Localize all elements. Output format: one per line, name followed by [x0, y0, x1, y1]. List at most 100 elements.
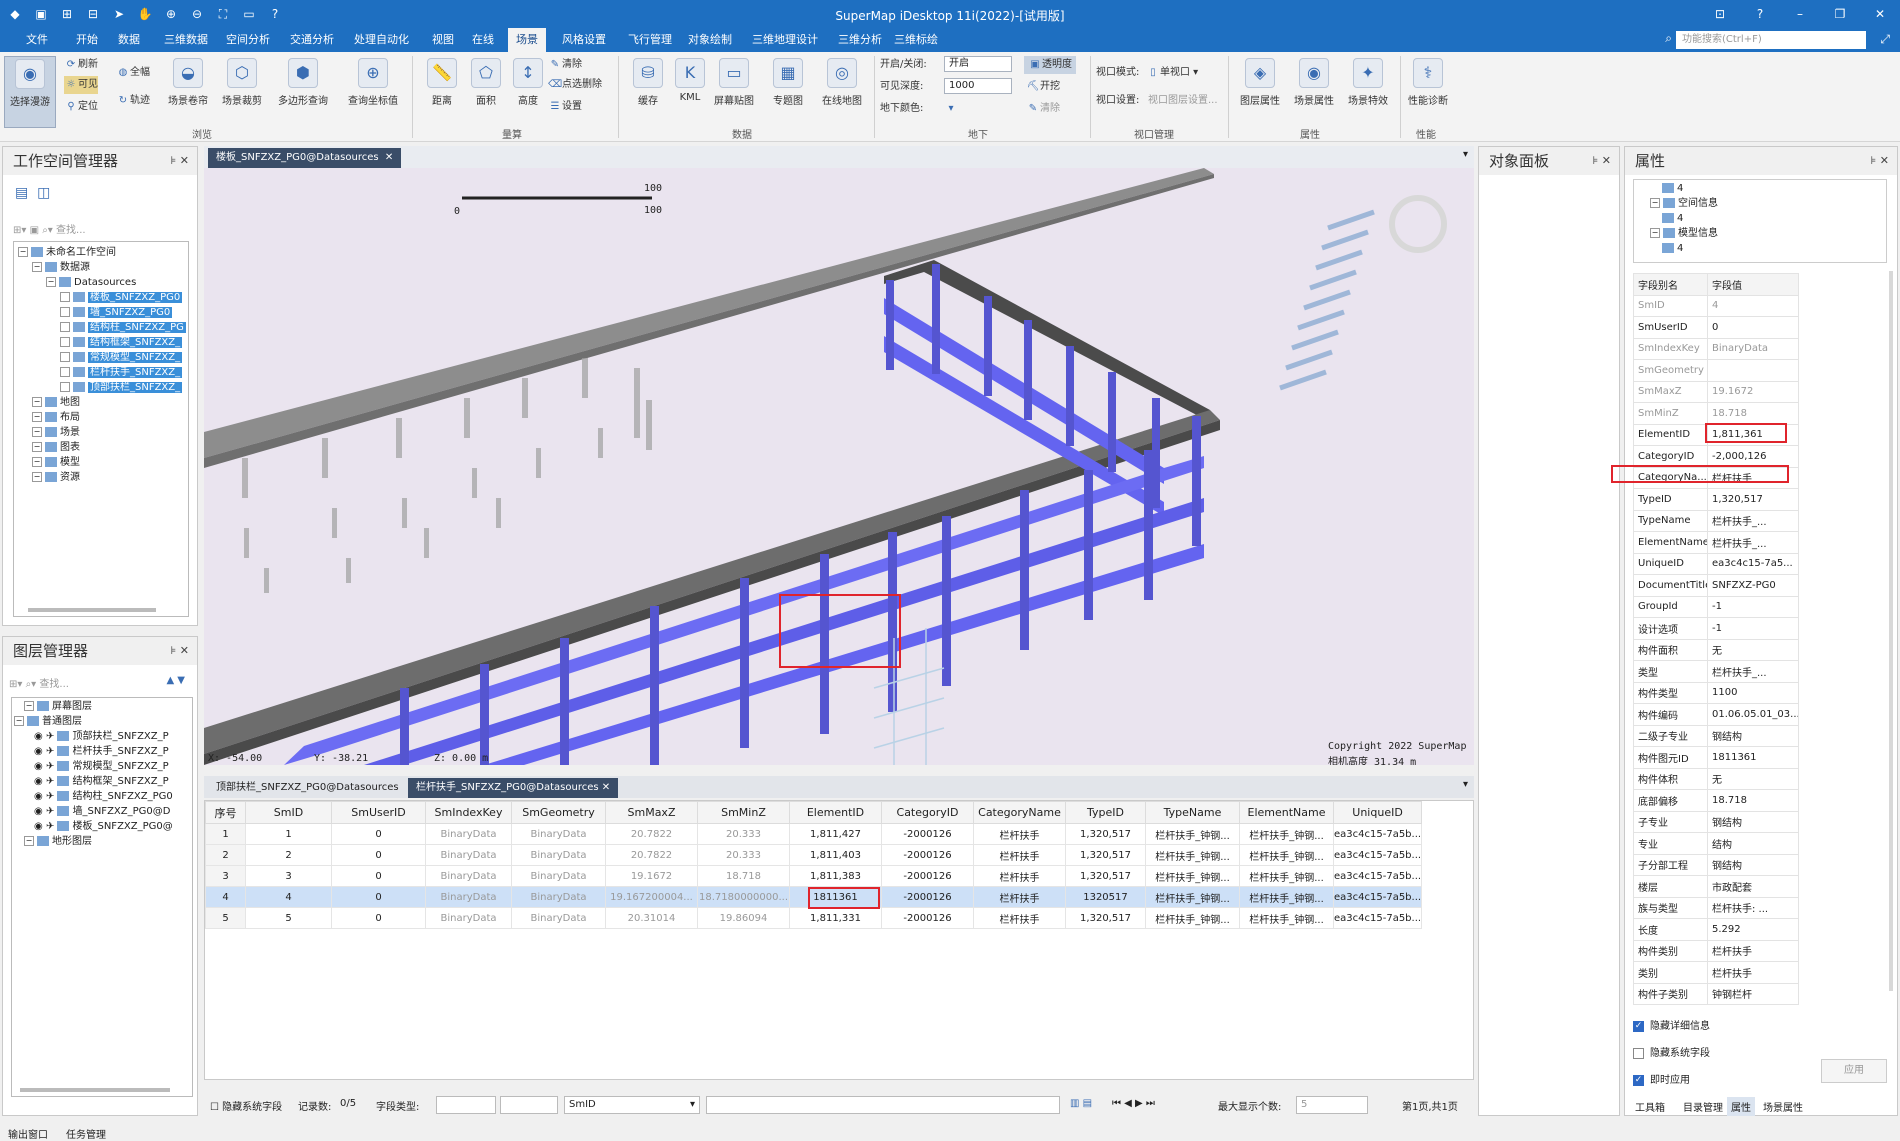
close-icon[interactable]: ✕ — [1860, 0, 1900, 28]
column-header[interactable]: TypeName — [1145, 801, 1240, 824]
table-cell[interactable]: 1,320,517 — [1065, 844, 1146, 866]
column-header[interactable]: CategoryID — [881, 801, 974, 824]
prop-row[interactable]: SmIndexKey BinaryData — [1633, 337, 1799, 360]
prop-value[interactable]: -2,000,126 — [1707, 445, 1799, 468]
select-icon[interactable]: ✈ — [43, 731, 58, 742]
expand-icon[interactable] — [60, 367, 70, 377]
prop-row[interactable]: SmMinZ 18.718 — [1633, 402, 1799, 425]
task-manager-tab[interactable]: 任务管理 — [66, 1126, 106, 1141]
viewport-mode-select[interactable]: ▯ 单视口 ▾ — [1146, 64, 1198, 82]
checkbox-icon[interactable]: ✓ — [1633, 1020, 1644, 1032]
tab-close-icon[interactable]: ✕ — [599, 782, 610, 793]
layer-node[interactable]: ◉ ✈ 结构框架_SNFZXZ_P — [34, 775, 169, 789]
scene-props-button[interactable]: ◉ 场景属性 — [1288, 56, 1340, 128]
prop-row[interactable]: 族与类型 栏杆扶手: ... — [1633, 896, 1799, 919]
table-cell[interactable]: 3 — [205, 865, 246, 887]
select-icon[interactable]: ✈ — [43, 791, 58, 802]
eye-icon[interactable]: ◉ — [34, 791, 43, 802]
prop-row[interactable]: CategoryID -2,000,126 — [1633, 445, 1799, 468]
clear-button[interactable]: ✎ 清除 — [548, 56, 582, 74]
tree-node[interactable]: 楼板_SNFZXZ_PG0 — [60, 291, 183, 305]
menu-tab[interactable]: 视图 — [424, 28, 462, 52]
expand-icon[interactable]: − — [32, 442, 42, 452]
expand-icon[interactable]: − — [14, 716, 24, 726]
column-header[interactable]: SmID — [245, 801, 332, 824]
menu-tab[interactable]: 处理自动化 — [346, 28, 417, 52]
eye-icon[interactable]: ◉ — [34, 776, 43, 787]
layer-search[interactable]: ⊞▾ ⌕▾ 查找... ▲ ▼ — [9, 675, 189, 690]
excavate-button[interactable]: ⛏开挖 — [1026, 78, 1060, 96]
table-cell[interactable]: 栏杆扶手_钟钢... — [1239, 865, 1334, 887]
prop-value[interactable]: -1 — [1707, 617, 1799, 640]
table-cell[interactable]: 5 — [245, 907, 332, 929]
doc-tab-dropdown-icon[interactable]: ▾ — [1463, 149, 1468, 160]
prop-tree-node[interactable]: − 空间信息 — [1650, 197, 1718, 211]
prop-row[interactable]: 构件类别 栏杆扶手 — [1633, 939, 1799, 962]
tree-node[interactable]: − Datasources — [46, 276, 136, 290]
layer-node[interactable]: − 地形图层 — [24, 835, 92, 849]
prop-tree-node[interactable]: 4 — [1662, 212, 1683, 226]
expand-icon[interactable]: − — [1650, 198, 1660, 208]
prop-checkbox[interactable]: ✓ 即时应用 — [1633, 1071, 1690, 1086]
properties-scrollbar[interactable] — [1889, 271, 1893, 991]
prop-value[interactable]: BinaryData — [1707, 337, 1799, 360]
transparency-button[interactable]: ▣ 透明度 — [1024, 56, 1076, 74]
table-row[interactable]: 1 1 0 BinaryData BinaryData 20.7822 20.333 1,81… — [205, 823, 1423, 845]
tree-node[interactable]: − 场景 — [32, 426, 80, 440]
table-cell[interactable]: 1,811,427 — [789, 823, 882, 845]
expand-icon[interactable]: − — [24, 836, 34, 846]
menu-tab[interactable]: 空间分析 — [218, 28, 278, 52]
distance-button[interactable]: 📏 距离 — [418, 56, 466, 128]
prop-row[interactable]: 构件面积无 — [1633, 638, 1799, 661]
menu-tab[interactable]: 风格设置 — [554, 28, 614, 52]
expand-icon[interactable]: − — [46, 277, 56, 287]
visible-depth-input[interactable]: 1000 — [944, 78, 1012, 94]
eye-icon[interactable]: ◉ — [34, 731, 43, 742]
prop-row[interactable]: 子专业 钢结构 — [1633, 810, 1799, 833]
tree-node[interactable]: − 数据源 — [32, 261, 90, 275]
track-button[interactable]: ↻ 轨迹 — [116, 92, 150, 110]
tree-node[interactable]: 结构框架_SNFZXZ_ — [60, 336, 183, 350]
menu-tab[interactable]: 三维数据 — [156, 28, 216, 52]
tree-node[interactable]: 常规模型_SNFZXZ_ — [60, 351, 183, 365]
expand-icon[interactable]: − — [32, 427, 42, 437]
perf-diag-button[interactable]: ⚕ 性能诊断 — [1402, 56, 1454, 128]
expand-icon[interactable] — [60, 352, 70, 362]
table-cell[interactable]: ea3c4c15-7a5b... — [1332, 907, 1423, 929]
field-type-box[interactable] — [436, 1096, 496, 1114]
table-cell[interactable]: 19.1672 — [605, 865, 698, 887]
eye-icon[interactable]: ◉ — [34, 821, 43, 832]
layer-node[interactable]: ◉ ✈ 楼板_SNFZXZ_PG0@ — [34, 820, 173, 834]
prop-row[interactable]: GroupId -1 — [1633, 595, 1799, 618]
scene-roll-button[interactable]: ◒ 场景卷帘 — [164, 56, 212, 128]
eye-icon[interactable]: ◉ — [34, 761, 43, 772]
pane-close-icon[interactable]: ⊧ ✕ — [1871, 147, 1889, 175]
expand-icon[interactable] — [60, 307, 70, 317]
table-cell[interactable]: 栏杆扶手_钟钢... — [1239, 844, 1334, 866]
table-cell[interactable]: ea3c4c15-7a5b... — [1332, 886, 1423, 908]
visible-button[interactable]: ☼ 可见 — [64, 76, 98, 94]
column-header[interactable]: SmIndexKey — [425, 801, 512, 824]
column-header[interactable]: SmUserID — [331, 801, 426, 824]
table-cell[interactable]: 1,320,517 — [1065, 907, 1146, 929]
table-cell[interactable]: 栏杆扶手_钟钢... — [1145, 844, 1240, 866]
tree-node[interactable]: − 布局 — [32, 411, 80, 425]
table-cell[interactable]: 栏杆扶手_钟钢... — [1145, 907, 1240, 929]
table-cell[interactable]: 20.333 — [697, 844, 790, 866]
expand-icon[interactable]: − — [1650, 228, 1660, 238]
attr-table-tab[interactable]: 顶部扶栏_SNFZXZ_PG0@Datasources — [208, 778, 407, 798]
prop-row[interactable]: ElementName 栏杆扶手_... — [1633, 531, 1799, 554]
table-cell[interactable]: 4 — [205, 886, 246, 908]
prop-value[interactable]: -1 — [1707, 595, 1799, 618]
prop-value[interactable]: 栏杆扶手_... — [1707, 660, 1799, 683]
pane-close-icon[interactable]: ⊧ ✕ — [171, 637, 189, 665]
prop-value[interactable]: 1,320,517 — [1707, 488, 1799, 511]
cache-button[interactable]: ⛁ 缓存 — [624, 56, 672, 128]
table-cell[interactable]: 栏杆扶手_钟钢... — [1145, 865, 1240, 887]
tree-node[interactable]: − 模型 — [32, 456, 80, 470]
tree-node[interactable]: 墙_SNFZXZ_PG0 — [60, 306, 173, 320]
attr-tab-dropdown-icon[interactable]: ▾ — [1463, 779, 1468, 790]
prop-row[interactable]: 构件编码 01.06.05.01_03... — [1633, 703, 1799, 726]
prop-value[interactable]: 无 — [1707, 638, 1799, 661]
layer-node[interactable]: − 普通图层 — [14, 715, 82, 729]
